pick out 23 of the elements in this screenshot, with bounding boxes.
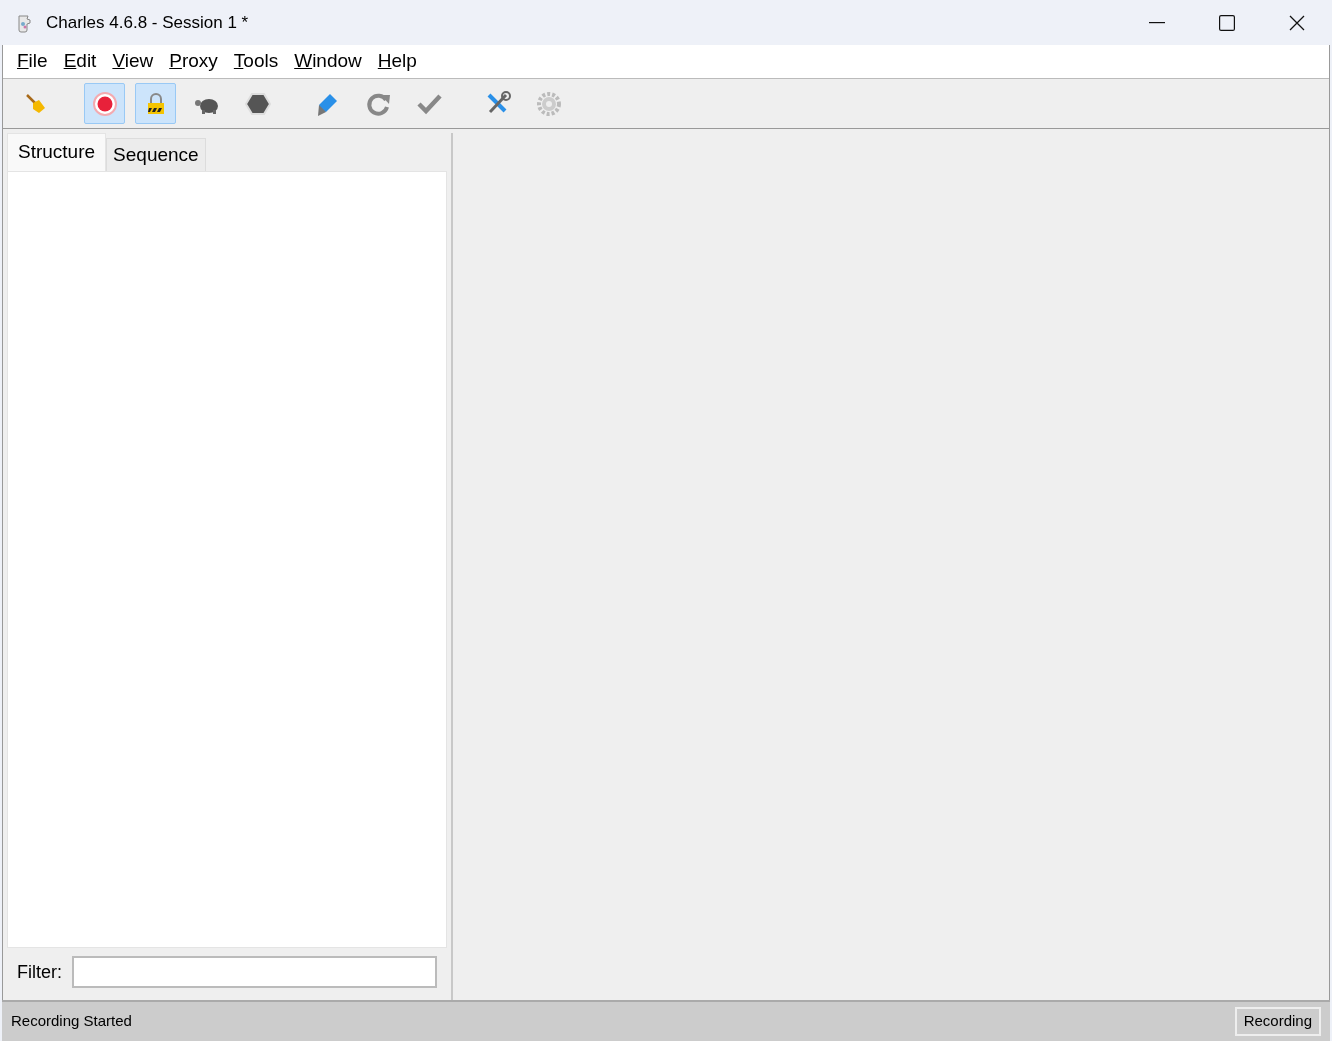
window-title: Charles 4.6.8 - Session 1 * (46, 11, 249, 34)
record-icon (91, 90, 118, 117)
status-message: Recording Started (11, 1011, 132, 1032)
maximize-icon (1219, 14, 1235, 31)
menu-item[interactable]: Proxy (161, 47, 226, 76)
status-indicator: Recording (1234, 1007, 1321, 1036)
close-icon (1289, 14, 1305, 31)
toolbar-button[interactable] (84, 83, 125, 124)
filter-label: Filter: (17, 960, 62, 984)
filter-input[interactable] (72, 956, 437, 988)
minimize-icon (1149, 21, 1165, 24)
menu-item[interactable]: File (9, 47, 56, 76)
menu-item[interactable]: View (104, 47, 162, 76)
tab[interactable]: Sequence (106, 138, 206, 171)
app-icon (15, 12, 33, 33)
toolbar-button[interactable] (135, 83, 176, 124)
gear-icon (535, 90, 562, 117)
menu-item[interactable]: Help (369, 47, 425, 76)
menu-item[interactable]: Window (286, 47, 370, 76)
menu-item[interactable]: Edit (55, 47, 105, 76)
menu-item[interactable]: Tools (225, 47, 287, 76)
tab[interactable]: Structure (7, 133, 107, 171)
hexagon-icon (244, 90, 271, 117)
